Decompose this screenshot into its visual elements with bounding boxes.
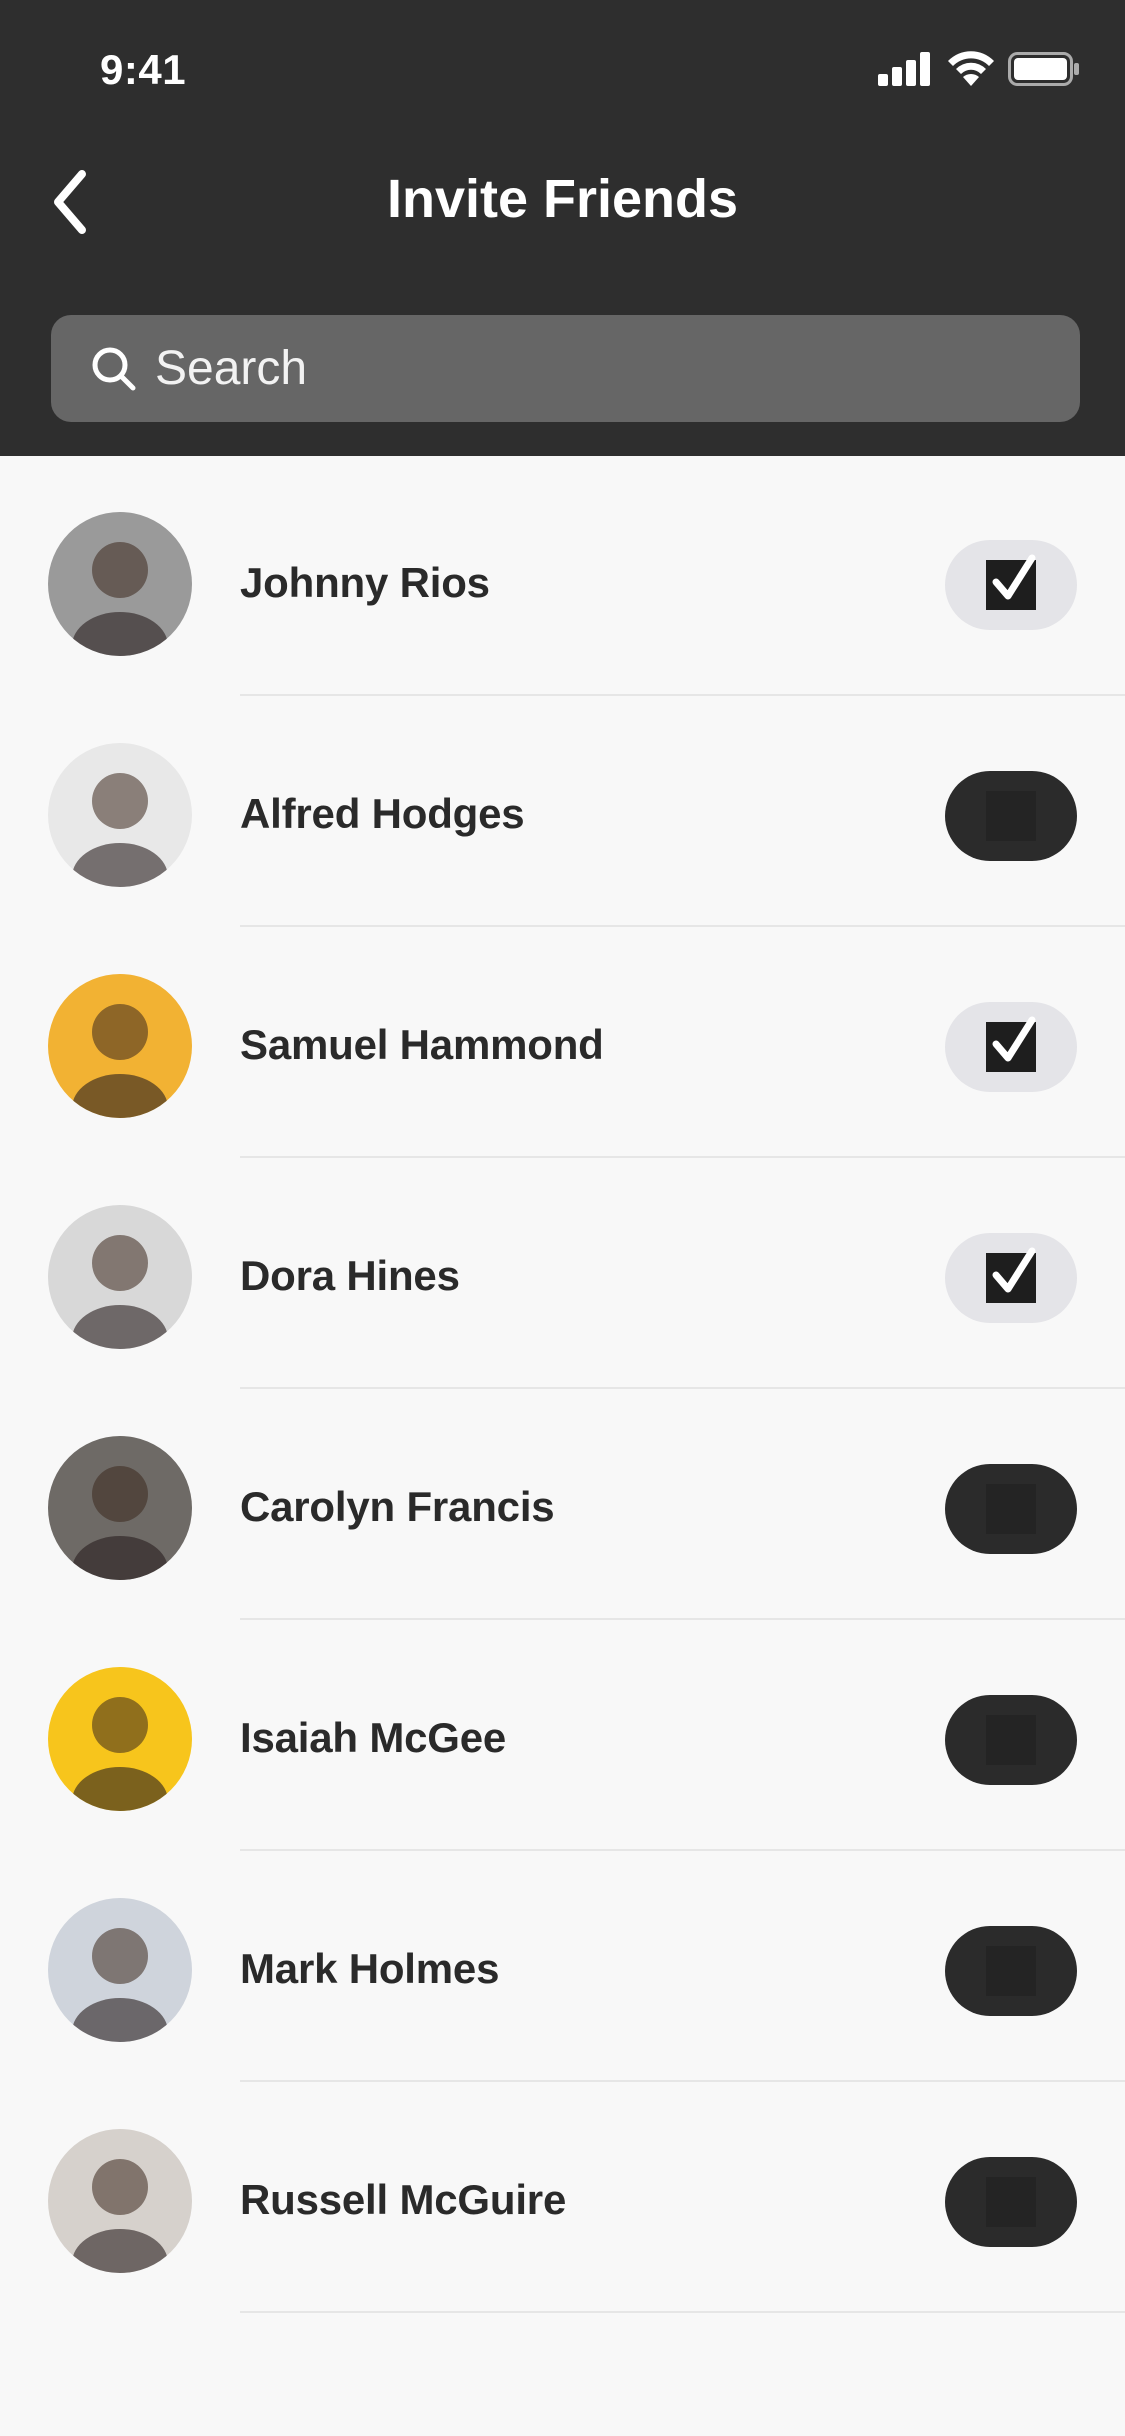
- checkbox-checked-icon: [986, 1016, 1036, 1072]
- avatar: [48, 1205, 192, 1349]
- friend-name: Alfred Hodges: [240, 790, 525, 837]
- select-toggle[interactable]: [945, 1233, 1077, 1323]
- select-toggle[interactable]: [945, 771, 1077, 861]
- select-toggle[interactable]: [945, 2157, 1077, 2247]
- avatar: [48, 974, 192, 1118]
- list-item[interactable]: Dora Hines: [0, 1149, 1125, 1389]
- select-toggle[interactable]: [945, 1002, 1077, 1092]
- avatar: [48, 1898, 192, 2042]
- friend-name: Mark Holmes: [240, 1945, 500, 1992]
- checkbox-unchecked-icon: [986, 1715, 1036, 1765]
- select-toggle[interactable]: [945, 1464, 1077, 1554]
- checkmark-icon: [992, 554, 1036, 600]
- friend-name: Isaiah McGee: [240, 1714, 507, 1761]
- cellular-signal-icon: [878, 52, 930, 86]
- select-toggle[interactable]: [945, 1926, 1077, 2016]
- page-title: Invite Friends: [386, 169, 739, 229]
- checkmark-icon: [992, 1247, 1036, 1293]
- list-item[interactable]: Samuel Hammond: [0, 918, 1125, 1158]
- friend-name: Russell McGuire: [240, 2176, 567, 2223]
- avatar: [48, 512, 192, 656]
- select-toggle[interactable]: [945, 540, 1077, 630]
- friends-list: Johnny Rios Alfred Hodges Samuel Hammond Do…: [0, 456, 1125, 2313]
- list-item[interactable]: Mark Holmes: [0, 1842, 1125, 2082]
- checkbox-checked-icon: [986, 1247, 1036, 1303]
- person-silhouette-icon: [72, 1466, 168, 1580]
- person-silhouette-icon: [72, 1928, 168, 2042]
- list-item[interactable]: Alfred Hodges: [0, 687, 1125, 927]
- friend-name: Johnny Rios: [240, 559, 490, 606]
- list-item[interactable]: Carolyn Francis: [0, 1380, 1125, 1620]
- person-silhouette-icon: [72, 1004, 168, 1118]
- list-item[interactable]: Isaiah McGee: [0, 1611, 1125, 1851]
- search-bar[interactable]: [51, 315, 1080, 422]
- status-time: 9:41: [100, 46, 187, 93]
- friend-name: Carolyn Francis: [240, 1483, 555, 1530]
- avatar: [48, 1667, 192, 1811]
- avatar: [48, 743, 192, 887]
- search-input[interactable]: [155, 341, 1035, 396]
- battery-icon: [1008, 52, 1079, 86]
- search-icon: [92, 347, 136, 390]
- friend-name: Dora Hines: [240, 1252, 460, 1299]
- person-silhouette-icon: [72, 542, 168, 656]
- list-item[interactable]: Johnny Rios: [0, 456, 1125, 696]
- wifi-icon: [948, 51, 994, 86]
- checkmark-icon: [992, 1016, 1036, 1062]
- person-silhouette-icon: [72, 1235, 168, 1349]
- friend-name: Samuel Hammond: [240, 1021, 604, 1068]
- avatar: [48, 2129, 192, 2273]
- checkbox-unchecked-icon: [986, 2177, 1036, 2227]
- checkbox-unchecked-icon: [986, 791, 1036, 841]
- person-silhouette-icon: [72, 2159, 168, 2273]
- person-silhouette-icon: [72, 1697, 168, 1811]
- divider: [240, 2311, 1125, 2313]
- checkbox-unchecked-icon: [986, 1946, 1036, 1996]
- select-toggle[interactable]: [945, 1695, 1077, 1785]
- list-item[interactable]: Russell McGuire: [0, 2073, 1125, 2313]
- checkbox-unchecked-icon: [986, 1484, 1036, 1534]
- nav-header: 9:41 Invite Friends: [0, 0, 1125, 456]
- checkbox-checked-icon: [986, 554, 1036, 610]
- avatar: [48, 1436, 192, 1580]
- person-silhouette-icon: [72, 773, 168, 887]
